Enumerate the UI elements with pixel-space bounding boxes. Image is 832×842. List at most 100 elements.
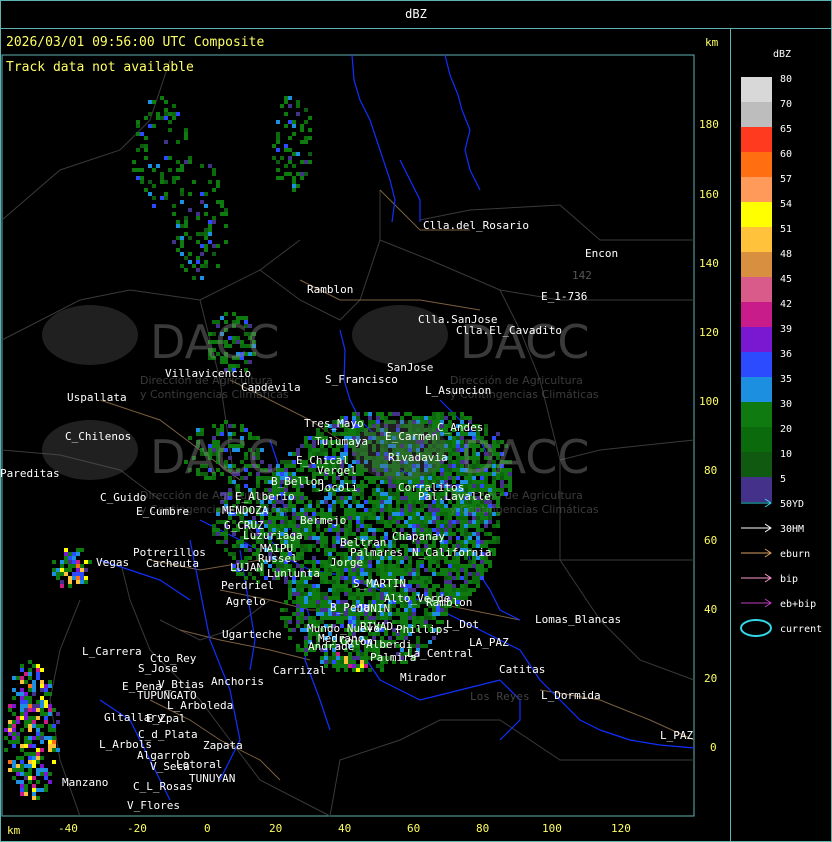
echo-pixel	[408, 584, 412, 588]
echo-pixel	[304, 528, 308, 532]
echo-pixel	[240, 544, 244, 548]
echo-pixel	[416, 560, 420, 564]
echo-pixel	[368, 476, 372, 480]
echo-pixel	[364, 500, 368, 504]
echo-pixel	[160, 116, 164, 120]
echo-pixel	[180, 188, 184, 192]
echo-pixel	[288, 524, 292, 528]
echo-pixel	[224, 536, 228, 540]
echo-pixel	[212, 424, 216, 428]
echo-pixel	[264, 524, 268, 528]
echo-pixel	[444, 612, 448, 616]
echo-pixel	[340, 588, 344, 592]
echo-pixel	[276, 120, 280, 124]
echo-pixel	[408, 524, 412, 528]
echo-pixel	[256, 484, 260, 488]
echo-pixel	[364, 660, 368, 664]
echo-pixel	[152, 168, 156, 172]
echo-pixel	[312, 604, 316, 608]
echo-pixel	[460, 416, 464, 420]
echo-pixel	[288, 596, 292, 600]
echo-pixel	[440, 472, 444, 476]
echo-pixel	[420, 576, 424, 580]
echo-pixel	[304, 120, 308, 124]
echo-pixel	[408, 564, 412, 568]
echo-pixel	[460, 532, 464, 536]
echo-pixel	[308, 588, 312, 592]
echo-pixel	[404, 512, 408, 516]
echo-pixel	[380, 504, 384, 508]
echo-pixel	[340, 504, 344, 508]
echo-pixel	[272, 516, 276, 520]
echo-pixel	[428, 560, 432, 564]
echo-pixel	[224, 548, 228, 552]
echo-pixel	[188, 192, 192, 196]
echo-pixel	[448, 460, 452, 464]
echo-pixel	[244, 548, 248, 552]
echo-pixel	[328, 528, 332, 532]
echo-pixel	[420, 508, 424, 512]
echo-pixel	[452, 452, 456, 456]
echo-pixel	[176, 176, 180, 180]
echo-pixel	[364, 412, 368, 416]
echo-pixel	[320, 536, 324, 540]
echo-pixel	[476, 584, 480, 588]
echo-pixel	[376, 560, 380, 564]
echo-pixel	[408, 516, 412, 520]
echo-pixel	[200, 252, 204, 256]
echo-pixel	[464, 532, 468, 536]
echo-pixel	[372, 488, 376, 492]
echo-pixel	[184, 232, 188, 236]
echo-pixel	[400, 508, 404, 512]
echo-pixel	[408, 616, 412, 620]
echo-pixel	[416, 416, 420, 420]
echo-pixel	[340, 660, 344, 664]
echo-pixel	[296, 592, 300, 596]
echo-pixel	[388, 492, 392, 496]
echo-pixel	[368, 560, 372, 564]
echo-pixel	[468, 560, 472, 564]
echo-pixel	[360, 504, 364, 508]
echo-pixel	[324, 496, 328, 500]
echo-pixel	[392, 572, 396, 576]
echo-pixel	[424, 580, 428, 584]
echo-pixel	[180, 200, 184, 204]
echo-pixel	[312, 544, 316, 548]
echo-pixel	[460, 524, 464, 528]
echo-pixel	[436, 412, 440, 416]
echo-pixel	[312, 584, 316, 588]
echo-pixel	[212, 524, 216, 528]
echo-pixel	[380, 416, 384, 420]
echo-pixel	[344, 448, 348, 452]
radar-map[interactable]: DACC Dirección de Agricultura y Continge…	[0, 0, 832, 842]
echo-pixel	[308, 508, 312, 512]
echo-pixel	[176, 220, 180, 224]
echo-pixel	[444, 580, 448, 584]
echo-pixel	[452, 564, 456, 568]
echo-pixel	[380, 528, 384, 532]
echo-pixel	[284, 124, 288, 128]
echo-pixel	[416, 516, 420, 520]
echo-pixel	[320, 600, 324, 604]
echo-pixel	[372, 516, 376, 520]
echo-pixel	[428, 508, 432, 512]
echo-pixel	[288, 148, 292, 152]
echo-pixel	[464, 540, 468, 544]
echo-pixel	[368, 412, 372, 416]
echo-pixel	[288, 464, 292, 468]
echo-pixel	[372, 592, 376, 596]
echo-pixel	[464, 576, 468, 580]
echo-pixel	[224, 532, 228, 536]
echo-pixel	[320, 532, 324, 536]
echo-pixel	[308, 592, 312, 596]
echo-pixel	[320, 560, 324, 564]
echo-pixel	[432, 472, 436, 476]
echo-pixel	[468, 540, 472, 544]
echo-pixel	[176, 248, 180, 252]
echo-pixel	[456, 560, 460, 564]
echo-pixel	[232, 552, 236, 556]
echo-pixel	[172, 180, 176, 184]
echo-pixel	[304, 440, 308, 444]
echo-pixel	[480, 520, 484, 524]
echo-pixel	[308, 560, 312, 564]
